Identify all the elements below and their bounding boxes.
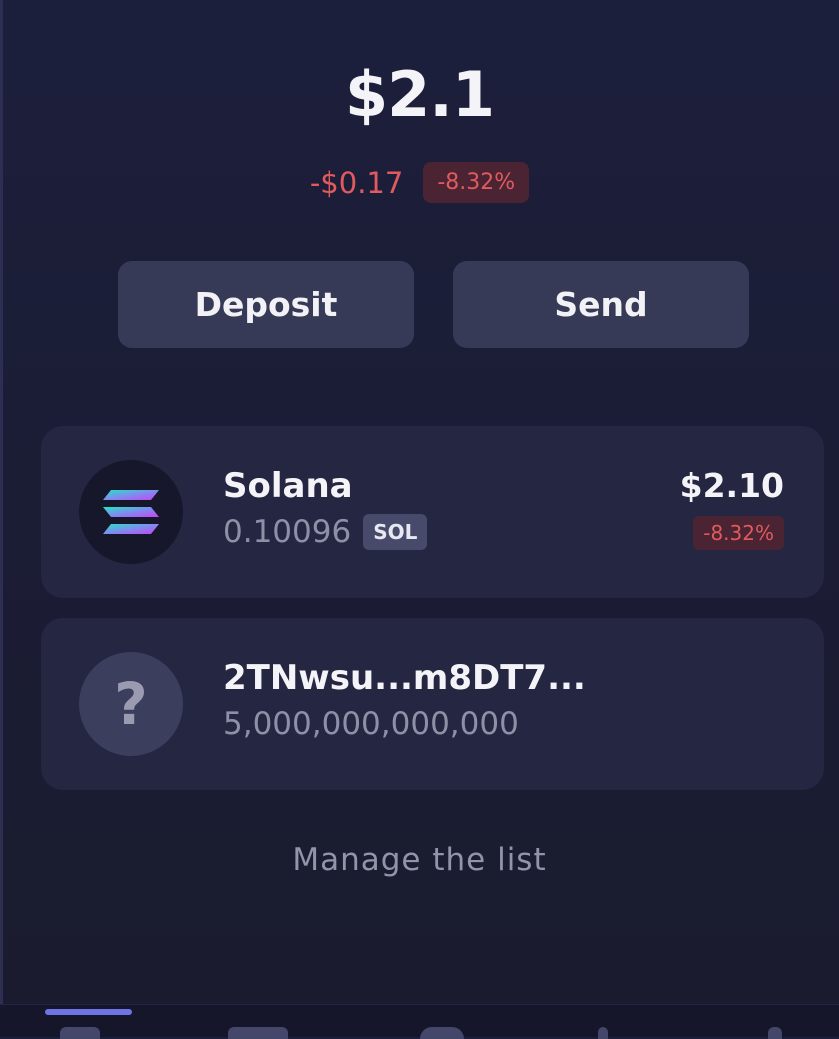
token-ticker-badge: SOL — [363, 514, 428, 550]
token-value: $2.10 — [679, 466, 784, 505]
active-tab-indicator — [45, 1009, 132, 1015]
send-button[interactable]: Send — [453, 261, 749, 348]
token-name: 2TNwsu...m8DT7... — [223, 658, 586, 698]
left-edge-border — [0, 0, 3, 1036]
collectibles-icon[interactable] — [228, 1027, 288, 1039]
token-name: Solana — [223, 466, 353, 506]
activity-icon[interactable] — [598, 1027, 608, 1039]
total-balance: $2.1 — [345, 58, 495, 131]
home-icon[interactable] — [60, 1027, 100, 1039]
token-amount: 5,000,000,000,000 — [223, 706, 519, 742]
manage-list-link[interactable]: Manage the list — [0, 842, 839, 878]
token-amount: 0.10096 — [223, 514, 352, 550]
balance-change-row: -$0.17 -8.32% — [0, 162, 839, 203]
action-buttons: Deposit Send — [118, 261, 749, 348]
bottom-nav-bar — [0, 1004, 839, 1039]
token-amount-row: 5,000,000,000,000 — [223, 706, 519, 742]
token-row-solana[interactable]: Solana 0.10096 SOL $2.10 -8.32% — [41, 426, 824, 598]
balance-change-amount: -$0.17 — [309, 165, 404, 200]
explore-icon[interactable] — [768, 1027, 782, 1039]
deposit-button[interactable]: Deposit — [118, 261, 414, 348]
token-amount-row: 0.10096 SOL — [223, 514, 428, 550]
token-change-badge: -8.32% — [693, 516, 784, 550]
swap-icon[interactable] — [420, 1027, 464, 1039]
solana-logo-icon — [79, 460, 183, 564]
balance-change-percent-badge: -8.32% — [423, 162, 530, 203]
question-mark-icon: ? — [79, 652, 183, 756]
token-row-unknown[interactable]: ? 2TNwsu...m8DT7... 5,000,000,000,000 — [41, 618, 824, 790]
